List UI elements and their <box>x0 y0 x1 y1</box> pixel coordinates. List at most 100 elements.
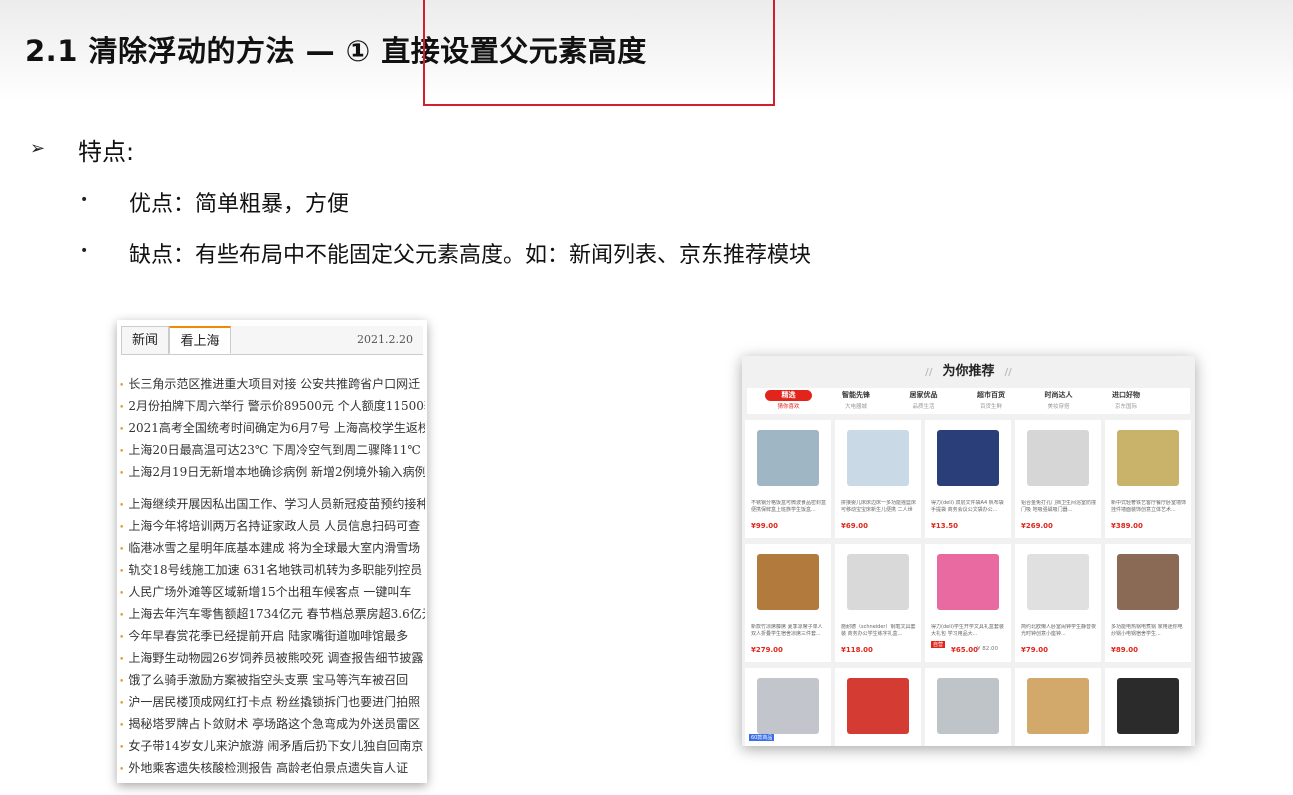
news-panel: 新闻 看上海 2021.2.20 • 长三角示范区推进重大项目对接 公安共推跨省户… <box>117 320 427 783</box>
point-title: 特点: <box>78 138 135 166</box>
product-image <box>937 554 999 610</box>
news-item[interactable]: • 外地乘客遗失核酸检测报告 高龄老伯景点遗失盲人证 <box>119 757 425 779</box>
recommend-tab[interactable]: 进口好物 京东国际 <box>1093 388 1160 410</box>
news-item-text: 上海去年汽车零售额超1734亿元 春节档总票房超3.6亿元 <box>128 607 425 621</box>
news-item[interactable]: • 揭秘塔罗牌占卜敛财术 亭场路这个急弯成为外送员雷区 <box>119 713 425 735</box>
product-card[interactable]: 拼接婴儿床床边床一多功能摇篮床可移动宝宝床新生儿便携 二人世界... ¥69.00 <box>835 420 921 538</box>
product-card[interactable]: 得力(deli) 双层文件袋A4 帆布袋手提袋 商务会议公文袋办公... ¥13.… <box>925 420 1011 538</box>
news-item-text: 女子带14岁女儿来沪旅游 闹矛盾后扔下女儿独自回南京 <box>128 739 424 753</box>
bullet-icon: • <box>119 633 125 643</box>
product-card[interactable] <box>835 668 921 746</box>
news-item[interactable]: • 上海野生动物园26岁饲养员被熊咬死 调查报告细节披露 <box>119 647 425 669</box>
product-card[interactable]: 多功能电热锅电煮锅 家用迷你电炒锅小电锅宿舍学生... ¥89.00 <box>1105 544 1191 662</box>
product-price: ¥118.00 <box>841 646 873 654</box>
news-item-text: 人民广场外滩等区域新增15个出租车候客点 一键叫车 <box>128 585 412 599</box>
news-item[interactable]: • 今年早春赏花季已经提前开启 陆家嘴街道咖啡馆最多 <box>119 625 425 647</box>
product-card[interactable]: 新中式轻奢铁艺客厅餐厅卧室墙饰挂件墙面装饰创意立体艺术... ¥389.00 <box>1105 420 1191 538</box>
title-deco-icon: // <box>1004 367 1012 378</box>
news-item[interactable]: • 沪一居民楼顶成网红打卡点 粉丝撬锁拆门也要进门拍照 <box>119 691 425 713</box>
bullet-icon: • <box>119 545 125 555</box>
product-price: ¥79.00 <box>1021 646 1049 654</box>
product-desc: 施耐德（schneider）钢笔文具套装 商务办公学生练字礼盒... <box>841 624 916 637</box>
recommend-panel: //为你推荐// 精选 猜你喜欢 智能先锋 大电器城 居家优品 品质生活 超市百货 百货生鲜时… <box>742 356 1195 746</box>
product-desc: 新中式轻奢铁艺客厅餐厅卧室墙饰挂件墙面装饰创意立体艺术... <box>1111 500 1187 513</box>
product-original-price: ¥ 82.00 <box>977 646 998 652</box>
bullet-icon: • <box>80 192 89 208</box>
product-image <box>1027 554 1089 610</box>
news-item-text: 上海20日最高温可达23℃ 下周冷空气到周二骤降11℃ <box>128 443 421 457</box>
tab-news[interactable]: 新闻 <box>121 326 169 354</box>
product-image <box>757 554 819 610</box>
recommend-title-text: 为你推荐 <box>942 364 995 379</box>
product-card[interactable] <box>1105 668 1191 746</box>
product-card[interactable]: 60款商品 <box>745 668 831 746</box>
news-item-text: 上海2月19日无新增本地确诊病例 新增2例境外输入病例 <box>128 465 425 479</box>
recommend-tab[interactable]: 精选 猜你喜欢 <box>755 388 822 410</box>
product-card[interactable] <box>925 668 1011 746</box>
recommend-tab[interactable]: 居家优品 品质生活 <box>890 388 957 410</box>
product-image <box>1027 430 1089 486</box>
recommend-tab-sublabel: 美妆穿搭 <box>1047 404 1070 410</box>
news-item[interactable]: • 2021高考全国统考时间确定为6月7号 上海高校学生返校 <box>119 417 425 439</box>
news-item[interactable]: • 饿了么骑手激励方案被指空头支票 宝马等汽车被召回 <box>119 669 425 691</box>
news-item[interactable]: • 上海20日最高温可达23℃ 下周冷空气到周二骤降11℃ <box>119 439 425 461</box>
bullet-icon: • <box>80 243 89 259</box>
bullet-icon: • <box>119 611 125 621</box>
news-item[interactable]: • 临港冰雪之星明年底基本建成 将为全球最大室内滑雪场 <box>119 537 425 559</box>
product-card[interactable] <box>1015 668 1101 746</box>
product-card[interactable]: 新款竹凉席藤席 夏季凉席子单人双人折叠学生宿舍凉席三件套... ¥279.00 <box>745 544 831 662</box>
news-item[interactable]: • 上海继续开展因私出国工作、学习人员新冠疫苗预约接种 <box>119 493 425 515</box>
news-item-text: 2021高考全国统考时间确定为6月7号 上海高校学生返校 <box>128 421 425 435</box>
news-item-text: 上海继续开展因私出国工作、学习人员新冠疫苗预约接种 <box>128 497 425 511</box>
recommend-tab-sublabel: 百货生鲜 <box>979 404 1002 410</box>
product-image <box>1027 678 1089 734</box>
news-item-text: 上海野生动物园26岁饲养员被熊咬死 调查报告细节披露 <box>128 651 424 665</box>
bullet-icon: • <box>119 501 125 511</box>
product-desc: 不锈钢分格饭盒可微波食品密封盒便携保鲜盒上班族学生饭盒... <box>751 500 827 513</box>
tab-shanghai[interactable]: 看上海 <box>169 326 231 354</box>
recommend-tab-sublabel: 品质生活 <box>912 404 935 410</box>
product-image <box>1117 430 1179 486</box>
recommend-tab-sublabel: 京东国际 <box>1114 404 1137 410</box>
news-item[interactable]: • 人民广场外滩等区域新增15个出租车候客点 一键叫车 <box>119 581 425 603</box>
bullet-icon: • <box>119 699 125 709</box>
news-item-text: 今年早春赏花季已经提前开启 陆家嘴街道咖啡馆最多 <box>128 629 409 643</box>
bullet-icon: • <box>119 425 125 435</box>
product-card[interactable]: 施耐德（schneider）钢笔文具套装 商务办公学生练字礼盒... ¥118.0… <box>835 544 921 662</box>
recommend-tabs: 精选 猜你喜欢 智能先锋 大电器城 居家优品 品质生活 超市百货 百货生鲜 时尚达人 美妆穿搭 进口… <box>747 388 1190 414</box>
news-item-text: 轨交18号线施工加速 631名地铁司机转为多职能列控员 <box>128 563 423 577</box>
product-image <box>1117 554 1179 610</box>
product-price: ¥389.00 <box>1111 522 1143 530</box>
product-image <box>757 430 819 486</box>
news-item[interactable]: • 上海2月19日无新增本地确诊病例 新增2例境外输入病例 <box>119 461 425 483</box>
news-item[interactable]: • 上海去年汽车零售额超1734亿元 春节档总票房超3.6亿元 <box>119 603 425 625</box>
news-list: • 长三角示范区推进重大项目对接 公安共推跨省户口网迁 • 2月份拍牌下周六举行 警示… <box>119 373 425 779</box>
recommend-tab[interactable]: 超市百货 百货生鲜 <box>958 388 1025 410</box>
product-image <box>757 678 819 734</box>
news-item-text: 沪一居民楼顶成网红打卡点 粉丝撬锁拆门也要进门拍照 <box>128 695 421 709</box>
product-desc: 得力(deli)学生开学文具礼盒套装 大礼包 学习用品大... <box>931 624 1004 637</box>
product-image <box>847 678 909 734</box>
product-card[interactable]: 铝合金免打孔门挡卫生间浴室防撞门吸 地吸强磁吸门器... ¥269.00 <box>1015 420 1101 538</box>
news-item[interactable]: • 轨交18号线施工加速 631名地铁司机转为多职能列控员 <box>119 559 425 581</box>
product-image <box>1117 678 1179 734</box>
recommend-tab-label: 时尚达人 <box>1044 391 1073 399</box>
news-item[interactable]: • 长三角示范区推进重大项目对接 公安共推跨省户口网迁 <box>119 373 425 395</box>
news-item-text: 外地乘客遗失核酸检测报告 高龄老伯景点遗失盲人证 <box>128 761 409 775</box>
news-item[interactable]: • 女子带14岁女儿来沪旅游 闹矛盾后扔下女儿独自回南京 <box>119 735 425 757</box>
recommend-tab-label: 超市百货 <box>977 391 1005 399</box>
product-desc: 拼接婴儿床床边床一多功能摇篮床可移动宝宝床新生儿便携 二人世界... <box>841 500 917 513</box>
recommend-tab[interactable]: 智能先锋 大电器城 <box>823 388 890 410</box>
recommend-tab[interactable]: 时尚达人 美妆穿搭 <box>1025 388 1092 410</box>
recommend-tab-label: 居家优品 <box>909 391 938 399</box>
product-image <box>847 430 909 486</box>
product-card[interactable]: 不锈钢分格饭盒可微波食品密封盒便携保鲜盒上班族学生饭盒... ¥99.00 <box>745 420 831 538</box>
news-item[interactable]: • 2月份拍牌下周六举行 警示价89500元 个人额度11500辆 <box>119 395 425 417</box>
product-desc: 得力(deli) 双层文件袋A4 帆布袋手提袋 商务会议公文袋办公... <box>931 500 1004 513</box>
bullet-icon: • <box>119 589 125 599</box>
product-image <box>937 430 999 486</box>
product-card[interactable]: 简约北欧懒人卧室闹钟学生静音夜光时钟创意小座钟... ¥79.00 <box>1015 544 1101 662</box>
product-desc: 多功能电热锅电煮锅 家用迷你电炒锅小电锅宿舍学生... <box>1111 624 1183 637</box>
news-item[interactable]: • 上海今年将培训两万名持证家政人员 人员信息扫码可查 <box>119 515 425 537</box>
product-card[interactable]: 得力(deli)学生开学文具礼盒套装 大礼包 学习用品大... 自营 ¥65.00 ¥… <box>925 544 1011 662</box>
